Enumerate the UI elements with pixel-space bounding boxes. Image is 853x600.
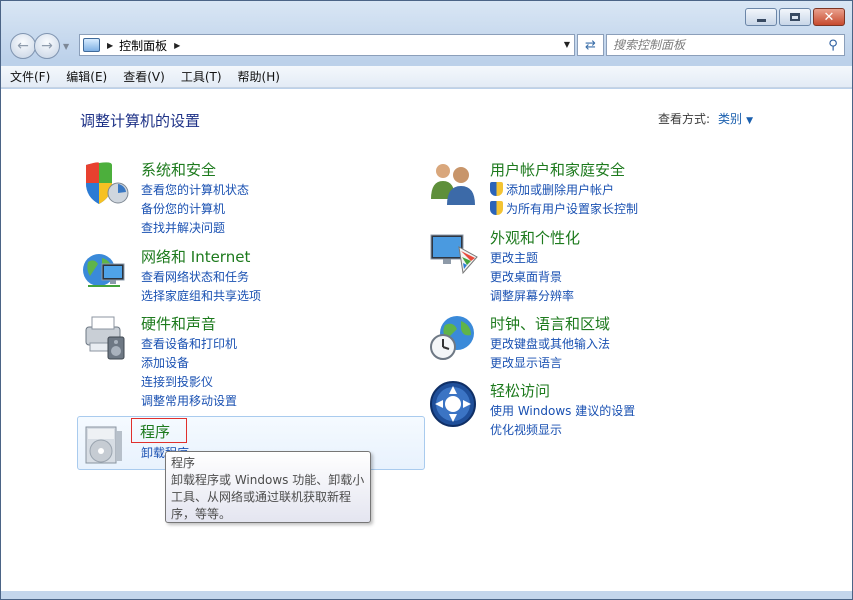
- search-icon[interactable]: ⚲: [822, 38, 844, 53]
- menu-edit[interactable]: 编辑(E): [58, 68, 115, 85]
- tooltip-line: 卸载程序或 Windows 功能、卸载小: [171, 473, 365, 487]
- window-controls: ✕: [745, 8, 845, 26]
- category-title[interactable]: 轻松访问: [490, 380, 550, 401]
- back-button[interactable]: ←: [10, 33, 36, 59]
- address-bar[interactable]: ▶ 控制面板 ▶ ▼: [79, 34, 575, 56]
- link-text: 为所有用户设置家长控制: [506, 202, 639, 216]
- breadcrumb-arrow-icon[interactable]: ▶: [174, 41, 180, 50]
- tooltip-line: 工具、从网络或通过联机获取新程: [171, 490, 352, 504]
- search-box: ⚲: [606, 34, 845, 56]
- link-change-theme[interactable]: 更改主题: [490, 249, 574, 268]
- forward-arrow-icon: →: [41, 38, 53, 54]
- control-panel-icon: [83, 38, 100, 52]
- globe-clock-icon: [430, 316, 474, 360]
- link-display-language[interactable]: 更改显示语言: [490, 354, 610, 373]
- view-by-dropdown[interactable]: 类别: [718, 112, 742, 126]
- content-area: 调整计算机的设置 查看方式: 类别 ▼ 系统和安全 查看您的计算机状态 备份您的计算…: [1, 89, 852, 591]
- network-globe-icon: [83, 254, 125, 287]
- link-network-status[interactable]: 查看网络状态和任务: [141, 268, 261, 287]
- close-button[interactable]: ✕: [813, 8, 845, 26]
- users-icon: [431, 164, 475, 205]
- programs-tooltip: 程序 卸载程序或 Windows 功能、卸载小 工具、从网络或通过联机获取新程 …: [165, 451, 371, 523]
- link-recommended-settings[interactable]: 使用 Windows 建议的设置: [490, 402, 635, 421]
- link-backup-computer[interactable]: 备份您的计算机: [141, 200, 249, 219]
- minimize-button[interactable]: [745, 8, 777, 26]
- refresh-icon: ⇄: [585, 37, 596, 53]
- category-title-programs[interactable]: 程序: [131, 418, 187, 443]
- category-title[interactable]: 硬件和声音: [141, 313, 216, 334]
- refresh-button[interactable]: ⇄: [577, 34, 604, 56]
- menu-view[interactable]: 查看(V): [115, 68, 173, 85]
- menu-file[interactable]: 文件(F): [1, 68, 58, 85]
- navigation-bar: ← → ▼ ▶ 控制面板 ▶ ▼ ⇄ ⚲: [8, 32, 845, 60]
- menu-bar: 文件(F) 编辑(E) 查看(V) 工具(T) 帮助(H): [1, 66, 852, 88]
- link-parental-controls[interactable]: 为所有用户设置家长控制: [490, 200, 638, 219]
- link-screen-resolution[interactable]: 调整屏幕分辨率: [490, 287, 574, 306]
- search-input[interactable]: [607, 38, 822, 52]
- page-title: 调整计算机的设置: [80, 112, 201, 130]
- link-connect-projector[interactable]: 连接到投影仪: [141, 373, 237, 392]
- category-title[interactable]: 外观和个性化: [490, 227, 580, 248]
- maximize-icon: [790, 13, 800, 21]
- link-homegroup[interactable]: 选择家庭组和共享选项: [141, 287, 261, 306]
- shield-security-icon: [86, 162, 129, 204]
- menu-tools[interactable]: 工具(T): [173, 68, 230, 85]
- tooltip-title: 程序: [171, 456, 196, 470]
- link-optimize-display[interactable]: 优化视频显示: [490, 421, 635, 440]
- printer-speaker-icon: [85, 316, 125, 360]
- tooltip-line: 序，等等。: [171, 507, 232, 521]
- view-by-label: 查看方式:: [658, 112, 711, 126]
- forward-button[interactable]: →: [34, 33, 60, 59]
- address-dropdown-icon[interactable]: ▼: [564, 40, 570, 49]
- link-devices-printers[interactable]: 查看设备和打印机: [141, 335, 237, 354]
- link-mobility-settings[interactable]: 调整常用移动设置: [141, 392, 237, 411]
- link-add-device[interactable]: 添加设备: [141, 354, 237, 373]
- close-icon: ✕: [823, 9, 835, 25]
- breadcrumb-arrow-icon[interactable]: ▶: [107, 41, 113, 50]
- link-add-remove-accounts[interactable]: 添加或删除用户帐户: [490, 181, 638, 200]
- link-desktop-background[interactable]: 更改桌面背景: [490, 268, 574, 287]
- link-troubleshoot[interactable]: 查找并解决问题: [141, 219, 249, 238]
- programs-disc-icon: [85, 426, 122, 464]
- link-view-computer-status[interactable]: 查看您的计算机状态: [141, 181, 249, 200]
- dropdown-arrow-icon[interactable]: ▼: [746, 116, 753, 126]
- category-title[interactable]: 系统和安全: [141, 159, 216, 180]
- link-text: 添加或删除用户帐户: [506, 183, 615, 197]
- category-title[interactable]: 网络和 Internet: [141, 246, 250, 267]
- minimize-icon: [756, 18, 766, 22]
- category-title[interactable]: 时钟、语言和区域: [490, 313, 610, 334]
- recent-pages-dropdown[interactable]: ▼: [63, 42, 69, 51]
- breadcrumb-control-panel[interactable]: 控制面板: [119, 37, 167, 54]
- uac-shield-icon: [490, 201, 503, 215]
- maximize-button[interactable]: [779, 8, 811, 26]
- window-bottom-border: [1, 591, 852, 599]
- back-arrow-icon: ←: [17, 38, 29, 54]
- ease-of-access-icon: [430, 381, 476, 427]
- menu-help[interactable]: 帮助(H): [230, 68, 288, 85]
- view-by: 查看方式: 类别 ▼: [658, 110, 753, 127]
- uac-shield-icon: [490, 182, 503, 196]
- monitor-palette-icon: [430, 234, 478, 275]
- category-title[interactable]: 用户帐户和家庭安全: [490, 159, 625, 180]
- link-change-keyboard[interactable]: 更改键盘或其他输入法: [490, 335, 610, 354]
